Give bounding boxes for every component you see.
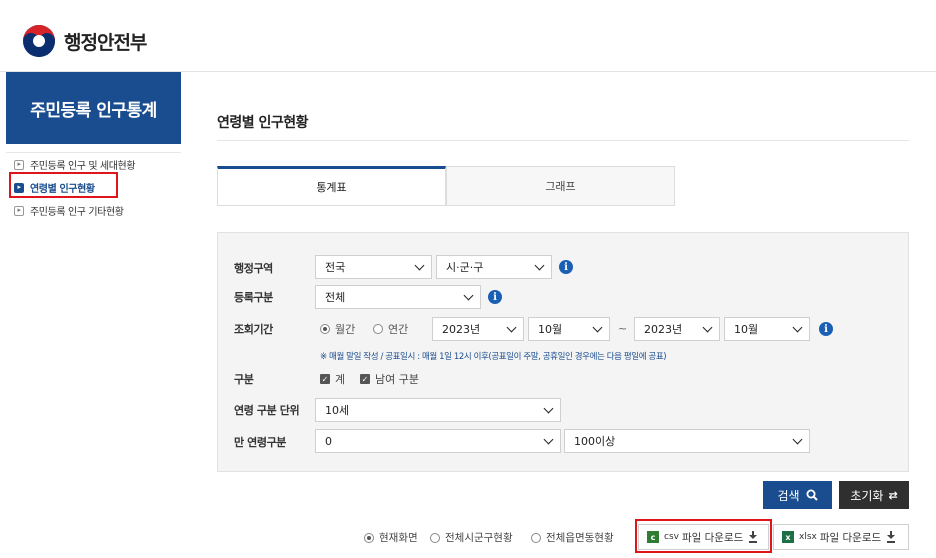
select-value: 10월	[538, 323, 563, 336]
sidebar-item-label: 주민등록 인구 기타현황	[30, 207, 124, 218]
search-form: 행정구역 전국 시·군·구 i 등록구분 전체 i 조회기간 월간 연간 202…	[217, 232, 909, 472]
sidebar-item-other-population[interactable]: ▸ 주민등록 인구 기타현황	[6, 199, 181, 222]
reg-type-label: 등록구분	[234, 291, 273, 304]
chevron-down-icon	[792, 434, 803, 445]
highlight-box	[9, 172, 118, 198]
select-value: 100이상	[574, 435, 616, 448]
sidebar-title: 주민등록 인구통계	[6, 72, 181, 144]
reset-button-label: 초기화	[850, 488, 884, 503]
range-tilde: ~	[618, 322, 628, 335]
chevron-down-icon	[592, 322, 603, 333]
xlsx-file-icon: x	[782, 531, 794, 543]
radio-label: 전체읍면동현황	[546, 532, 614, 544]
search-icon	[806, 489, 818, 501]
logo-text: 행정안전부	[64, 31, 147, 54]
select-value: 10월	[734, 323, 759, 336]
chevron-down-icon	[543, 434, 554, 445]
xlsx-download-label: 파일 다운로드	[819, 531, 882, 544]
tab-table[interactable]: 통계표	[217, 166, 446, 206]
radio-unselected-icon	[373, 324, 383, 334]
radio-unselected-icon	[531, 532, 541, 543]
select-value: 2023년	[644, 323, 683, 336]
xlsx-ext: xlsx	[799, 532, 817, 542]
from-year-select[interactable]: 2023년	[432, 317, 524, 341]
radio-label: 연간	[388, 323, 409, 336]
period-label: 조회기간	[234, 323, 273, 336]
region-sido-select[interactable]: 전국	[315, 255, 432, 279]
scope-current-radio[interactable]: 현재화면	[364, 530, 418, 545]
radio-label: 현재화면	[379, 532, 418, 544]
chevron-right-icon: ▸	[14, 159, 24, 170]
publication-note: ※ 매월 말일 작성 / 공표일시 : 매월 1일 12시 이후(공표일이 주말…	[320, 352, 667, 362]
info-icon[interactable]: i	[559, 260, 573, 274]
chevron-down-icon	[463, 290, 474, 301]
refresh-icon: ⇄	[888, 488, 898, 502]
to-year-select[interactable]: 2023년	[634, 317, 720, 341]
period-yearly-radio[interactable]: 연간	[373, 321, 408, 337]
reset-button[interactable]: 초기화 ⇄	[839, 481, 909, 509]
gender-checkbox[interactable]: ✓ 남여 구분	[360, 371, 419, 387]
select-value: 전체	[325, 291, 346, 304]
select-value: 전국	[325, 261, 346, 274]
chevron-down-icon	[506, 322, 517, 333]
checkbox-checked-icon: ✓	[320, 374, 330, 384]
highlight-box	[635, 519, 772, 553]
export-options: 현재화면 전체시군구현황 전체읍면동현황 c csv 파일 다운로드 x xls…	[217, 524, 909, 550]
to-month-select[interactable]: 10월	[724, 317, 810, 341]
checkbox-label: 남여 구분	[375, 373, 419, 386]
reg-type-select[interactable]: 전체	[315, 285, 481, 309]
search-button-label: 검색	[777, 488, 800, 503]
top-header: 행정안전부	[0, 0, 936, 72]
radio-label: 월간	[335, 323, 356, 336]
radio-selected-icon	[364, 532, 374, 543]
from-month-select[interactable]: 10월	[528, 317, 610, 341]
radio-selected-icon	[320, 324, 330, 334]
checkbox-label: 계	[335, 373, 346, 386]
info-icon[interactable]: i	[488, 290, 502, 304]
age-from-select[interactable]: 0	[315, 429, 561, 453]
total-checkbox[interactable]: ✓ 계	[320, 371, 345, 387]
taegeuk-logo-icon	[23, 25, 55, 57]
title-divider	[217, 140, 909, 141]
chevron-right-icon: ▸	[14, 205, 24, 216]
tab-graph[interactable]: 그래프	[446, 166, 675, 206]
region-label: 행정구역	[234, 262, 273, 275]
ministry-logo[interactable]: 행정안전부	[22, 24, 147, 58]
scope-eupmyeondong-radio[interactable]: 전체읍면동현황	[531, 530, 614, 545]
info-icon[interactable]: i	[819, 322, 833, 336]
chevron-down-icon	[543, 403, 554, 414]
age-range-label: 만 연령구분	[234, 436, 287, 449]
scope-sigungu-radio[interactable]: 전체시군구현황	[430, 530, 513, 545]
chevron-down-icon	[414, 260, 425, 271]
page-title: 연령별 인구현황	[217, 115, 309, 131]
age-unit-select[interactable]: 10세	[315, 398, 561, 422]
sidebar-item-label: 주민등록 인구 및 세대현황	[30, 161, 136, 172]
sidebar: 주민등록 인구통계 ▸ 주민등록 인구 및 세대현황 ▸ 연령별 인구현황 ▸ …	[6, 72, 181, 558]
checkbox-checked-icon: ✓	[360, 374, 370, 384]
chevron-down-icon	[792, 322, 803, 333]
category-label: 구분	[234, 373, 254, 386]
download-icon	[886, 531, 896, 543]
chevron-down-icon	[534, 260, 545, 271]
select-value: 0	[325, 434, 332, 448]
age-to-select[interactable]: 100이상	[564, 429, 810, 453]
view-tabs: 통계표 그래프	[217, 166, 675, 206]
select-value: 시·군·구	[446, 261, 484, 274]
search-button[interactable]: 검색	[763, 481, 832, 509]
select-value: 10세	[325, 404, 350, 417]
select-value: 2023년	[442, 323, 481, 336]
xlsx-download-button[interactable]: x xlsx 파일 다운로드	[773, 524, 909, 550]
age-unit-label: 연령 구분 단위	[234, 404, 300, 417]
period-monthly-radio[interactable]: 월간	[320, 321, 355, 337]
chevron-down-icon	[702, 322, 713, 333]
radio-label: 전체시군구현황	[445, 532, 513, 544]
radio-unselected-icon	[430, 532, 440, 543]
region-sigungu-select[interactable]: 시·군·구	[436, 255, 552, 279]
